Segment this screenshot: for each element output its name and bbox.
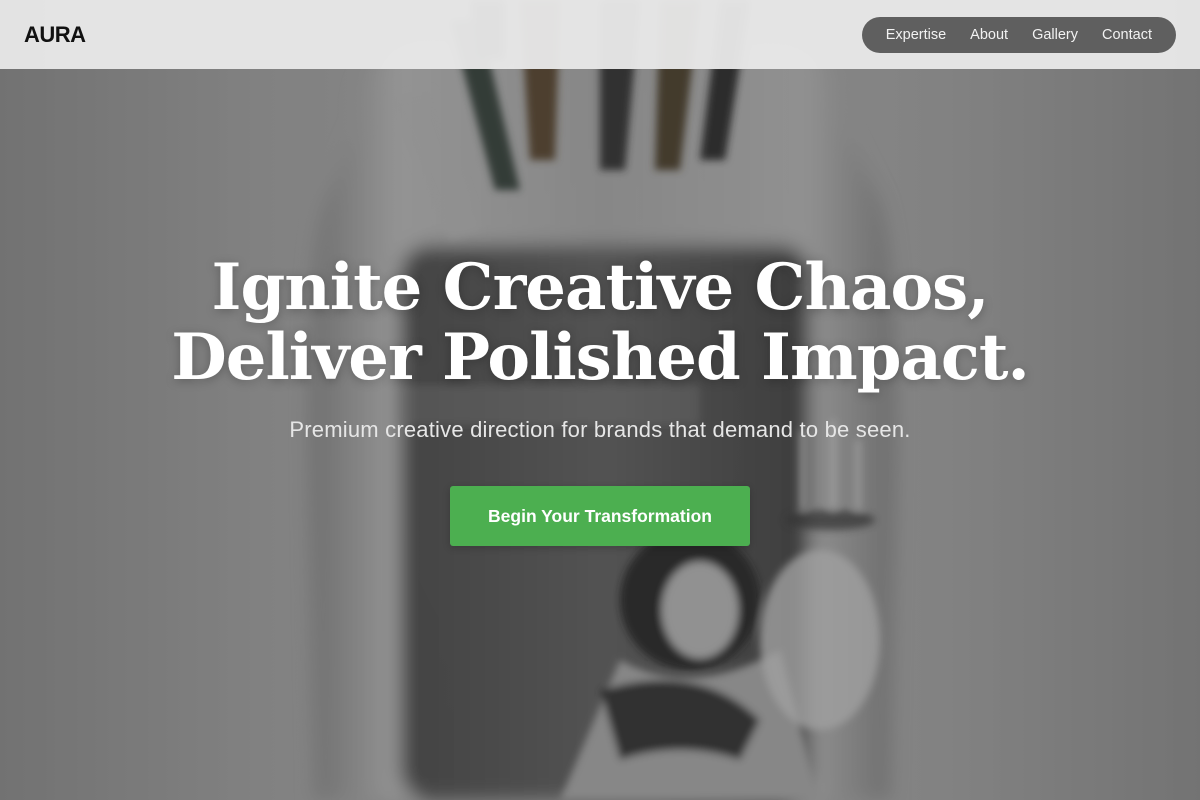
begin-transformation-button[interactable]: Begin Your Transformation [450,486,750,546]
nav-link-expertise[interactable]: Expertise [886,27,946,43]
brand-logo[interactable]: AURA [24,22,86,48]
hero-section: Ignite Creative Chaos, Deliver Polished … [0,69,1200,800]
hero-title-line-1: Ignite Creative Chaos, [211,250,990,325]
hero-title-line-2: Deliver Polished Impact. [171,320,1029,395]
main-nav: Expertise About Gallery Contact [861,16,1176,53]
nav-link-about[interactable]: About [970,27,1008,43]
site-header: AURA Expertise About Gallery Contact [0,0,1200,69]
hero-subtitle: Premium creative direction for brands th… [289,417,911,442]
nav-link-contact[interactable]: Contact [1102,27,1152,43]
hero-title: Ignite Creative Chaos, Deliver Polished … [171,250,1029,395]
nav-link-gallery[interactable]: Gallery [1032,27,1078,43]
